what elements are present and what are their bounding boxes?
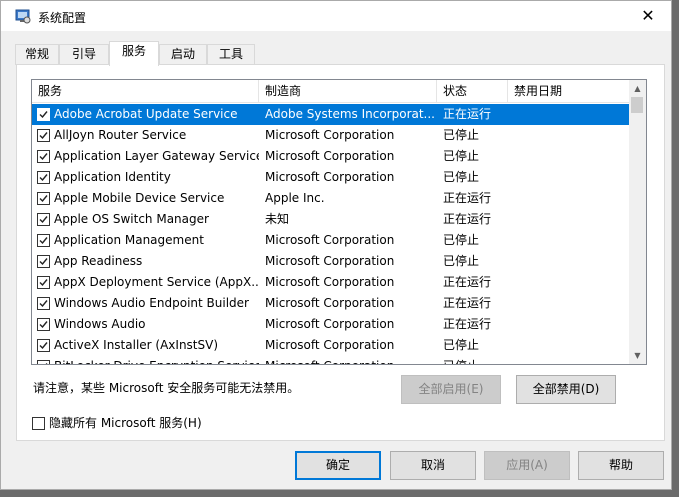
service-checkbox[interactable] xyxy=(37,339,50,352)
services-list[interactable]: 服务 制造商 状态 禁用日期 Adobe Acrobat Update Serv… xyxy=(31,79,647,365)
enable-all-button[interactable]: 全部启用(E) xyxy=(401,375,501,404)
service-status: 已停止 xyxy=(443,338,480,352)
service-row[interactable]: Application Layer Gateway Service Microso… xyxy=(32,146,632,167)
service-status: 正在运行 xyxy=(443,275,492,289)
service-manufacturer: Microsoft Corporation xyxy=(265,275,395,289)
service-manufacturer: Adobe Systems Incorporat... xyxy=(265,107,435,121)
service-manufacturer: Microsoft Corporation xyxy=(265,149,395,163)
service-row[interactable]: Apple OS Switch Manager 未知 正在运行 xyxy=(32,209,632,230)
service-row[interactable]: ActiveX Installer (AxInstSV) Microsoft Co… xyxy=(32,335,632,356)
service-name: Apple Mobile Device Service xyxy=(54,191,225,205)
list-header: 服务 制造商 状态 禁用日期 xyxy=(32,80,632,103)
service-name: Apple OS Switch Manager xyxy=(54,212,209,226)
service-manufacturer: Microsoft Corporation xyxy=(265,356,440,364)
service-row[interactable]: Apple Mobile Device Service Apple Inc. 正在运… xyxy=(32,188,632,209)
cancel-button[interactable]: 取消 xyxy=(390,451,476,480)
service-row[interactable]: Application Management Microsoft Corporat… xyxy=(32,230,632,251)
service-checkbox[interactable] xyxy=(37,234,50,247)
tab-general[interactable]: 常规 xyxy=(15,44,59,65)
title-bar[interactable]: 系统配置 ✕ xyxy=(1,1,671,31)
service-row[interactable]: Windows Audio Endpoint Builder Microsoft … xyxy=(32,293,632,314)
disable-all-button[interactable]: 全部禁用(D) xyxy=(516,375,616,404)
service-checkbox[interactable] xyxy=(37,360,50,364)
service-row[interactable]: App Readiness Microsoft Corporation 已停止 xyxy=(32,251,632,272)
service-checkbox[interactable] xyxy=(37,192,50,205)
service-row[interactable]: AllJoyn Router Service Microsoft Corporat… xyxy=(32,125,632,146)
service-manufacturer: Microsoft Corporation xyxy=(265,317,395,331)
service-manufacturer: 未知 xyxy=(265,212,290,226)
tab-boot[interactable]: 引导 xyxy=(59,44,109,65)
service-manufacturer: Microsoft Corporation xyxy=(265,170,395,184)
service-status: 已停止 xyxy=(443,149,480,163)
service-status: 已停止 xyxy=(443,254,480,268)
service-name: ActiveX Installer (AxInstSV) xyxy=(54,338,219,352)
service-name: Windows Audio Endpoint Builder xyxy=(54,296,249,310)
service-status: 已停止 xyxy=(443,128,480,142)
scroll-up-icon[interactable]: ▲ xyxy=(629,80,646,97)
service-status: 正在运行 xyxy=(443,317,492,331)
service-name: AllJoyn Router Service xyxy=(54,128,187,142)
service-manufacturer: Apple Inc. xyxy=(265,191,325,205)
service-name: BitLocker Drive Encryption Service xyxy=(54,356,259,364)
service-status: 正在运行 xyxy=(443,191,492,205)
service-row[interactable]: AppX Deployment Service (AppX... Microsof… xyxy=(32,272,632,293)
service-name: Adobe Acrobat Update Service xyxy=(54,107,238,121)
service-status: 正在运行 xyxy=(443,296,492,310)
help-button[interactable]: 帮助 xyxy=(578,451,664,480)
window-title: 系统配置 xyxy=(38,11,87,25)
service-checkbox[interactable] xyxy=(37,108,50,121)
service-checkbox[interactable] xyxy=(37,150,50,163)
service-checkbox[interactable] xyxy=(37,297,50,310)
service-checkbox[interactable] xyxy=(37,129,50,142)
service-name: Windows Audio xyxy=(54,317,146,331)
service-checkbox[interactable] xyxy=(37,213,50,226)
service-rows: Adobe Acrobat Update Service Adobe System… xyxy=(32,104,632,364)
column-header-status[interactable]: 状态 xyxy=(437,80,507,103)
service-status: 已停止 xyxy=(443,356,509,364)
service-checkbox[interactable] xyxy=(37,318,50,331)
system-config-window: 系统配置 ✕ 常规 引导 服务 启动 工具 服务 制造商 状态 禁用日期 Ado… xyxy=(0,0,672,490)
tab-tools[interactable]: 工具 xyxy=(207,44,255,65)
close-icon[interactable]: ✕ xyxy=(625,1,671,31)
service-status: 正在运行 xyxy=(443,212,492,226)
service-name: AppX Deployment Service (AppX... xyxy=(54,275,259,289)
service-status: 已停止 xyxy=(443,233,480,247)
services-panel: 服务 制造商 状态 禁用日期 Adobe Acrobat Update Serv… xyxy=(16,64,665,441)
system-config-icon xyxy=(15,8,31,24)
service-status: 已停止 xyxy=(443,170,480,184)
hide-microsoft-services-label: 隐藏所有 Microsoft 服务(H) xyxy=(49,416,202,430)
scroll-thumb[interactable] xyxy=(631,97,643,113)
service-row[interactable]: Application Identity Microsoft Corporatio… xyxy=(32,167,632,188)
apply-button[interactable]: 应用(A) xyxy=(484,451,570,480)
service-row[interactable]: BitLocker Drive Encryption Service Micros… xyxy=(32,356,632,364)
column-header-manufacturer[interactable]: 制造商 xyxy=(259,80,436,103)
column-header-service[interactable]: 服务 xyxy=(32,80,258,103)
service-name: Application Management xyxy=(54,233,204,247)
service-manufacturer: Microsoft Corporation xyxy=(265,254,395,268)
service-manufacturer: Microsoft Corporation xyxy=(265,233,395,247)
ok-button[interactable]: 确定 xyxy=(295,451,381,480)
column-header-disabled-date[interactable]: 禁用日期 xyxy=(508,80,632,103)
service-manufacturer: Microsoft Corporation xyxy=(265,296,395,310)
service-checkbox[interactable] xyxy=(37,276,50,289)
service-status: 正在运行 xyxy=(443,107,492,121)
service-row[interactable]: Windows Audio Microsoft Corporation 正在运行 xyxy=(32,314,632,335)
service-name: Application Layer Gateway Service xyxy=(54,149,259,163)
vertical-scrollbar[interactable]: ▲ ▼ xyxy=(629,80,646,364)
service-row[interactable]: Adobe Acrobat Update Service Adobe System… xyxy=(32,104,632,125)
service-name: App Readiness xyxy=(54,254,143,268)
service-manufacturer: Microsoft Corporation xyxy=(265,338,395,352)
scroll-down-icon[interactable]: ▼ xyxy=(629,347,646,364)
tab-startup[interactable]: 启动 xyxy=(159,44,207,65)
service-checkbox[interactable] xyxy=(37,171,50,184)
checkbox-box[interactable] xyxy=(32,417,45,430)
tab-services[interactable]: 服务 xyxy=(109,41,159,66)
security-note: 请注意，某些 Microsoft 安全服务可能无法禁用。 xyxy=(33,381,300,395)
service-manufacturer: Microsoft Corporation xyxy=(265,128,395,142)
service-name: Application Identity xyxy=(54,170,171,184)
service-checkbox[interactable] xyxy=(37,255,50,268)
